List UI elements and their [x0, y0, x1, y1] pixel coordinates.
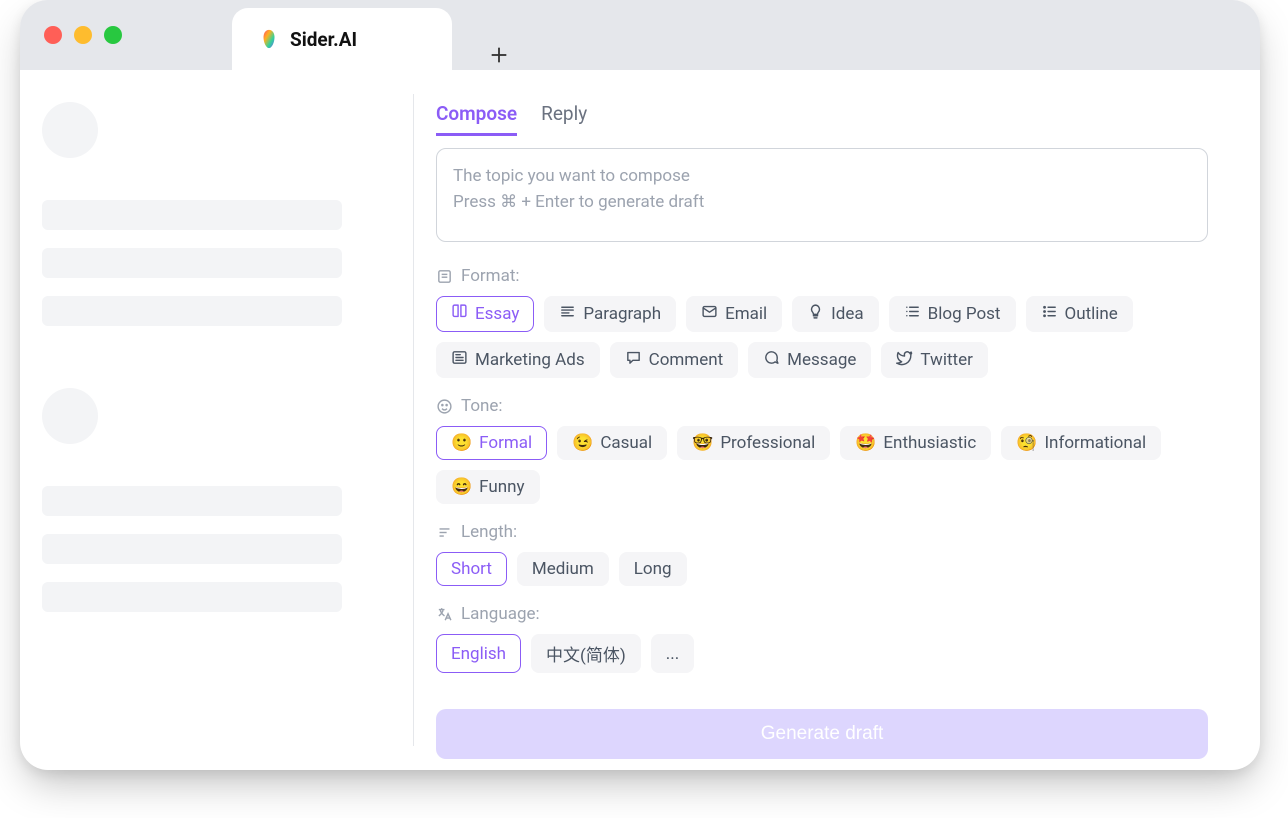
placeholder-line	[42, 534, 342, 564]
format-option-email[interactable]: Email	[686, 296, 782, 332]
placeholder-avatar	[42, 388, 98, 444]
browser-window: Sider.AI	[20, 0, 1260, 770]
tone-option-label: Enthusiastic	[883, 433, 976, 453]
tone-option-label: Casual	[600, 433, 652, 453]
format-icon	[436, 268, 453, 285]
format-option-label: Twitter	[920, 350, 972, 370]
placeholder-avatar	[42, 102, 98, 158]
format-option-label: Marketing Ads	[475, 350, 585, 370]
format-option-marketing-ads[interactable]: Marketing Ads	[436, 342, 600, 378]
newspaper-icon	[451, 349, 468, 371]
tone-option-professional[interactable]: 🤓 Professional	[677, 426, 830, 460]
comment-icon	[625, 349, 642, 371]
length-options: Short Medium Long	[436, 552, 1208, 586]
format-option-comment[interactable]: Comment	[610, 342, 739, 378]
format-option-label: Message	[787, 350, 856, 370]
format-option-message[interactable]: Message	[748, 342, 871, 378]
tone-option-casual[interactable]: 😉 Casual	[557, 426, 667, 460]
tone-option-label: Funny	[479, 477, 524, 497]
language-option-english[interactable]: English	[436, 634, 521, 673]
maximize-window-button[interactable]	[104, 26, 122, 44]
titlebar: Sider.AI	[20, 0, 1260, 70]
tone-option-funny[interactable]: 😄 Funny	[436, 470, 540, 504]
format-option-label: Essay	[475, 304, 519, 324]
placeholder-line	[42, 486, 342, 516]
tone-options: 🙂 Formal 😉 Casual 🤓 Professional 🤩 Enthusiastic…	[436, 426, 1208, 504]
list-icon	[1041, 303, 1058, 325]
placeholder-line	[42, 582, 342, 612]
format-option-label: Blog Post	[928, 304, 1001, 324]
topic-placeholder-line1: The topic you want to compose	[453, 163, 1191, 189]
tone-label: Tone:	[436, 396, 1208, 416]
browser-tabs: Sider.AI	[232, 0, 514, 70]
placeholder-line	[42, 296, 342, 326]
language-icon	[436, 606, 453, 623]
format-option-outline[interactable]: Outline	[1026, 296, 1133, 332]
compose-panel: Compose Reply The topic you want to comp…	[395, 70, 1260, 770]
book-icon	[451, 303, 468, 325]
mode-tabs: Compose Reply	[436, 102, 1208, 136]
tone-option-enthusiastic[interactable]: 🤩 Enthusiastic	[840, 426, 991, 460]
length-label: Length:	[436, 522, 1208, 542]
language-option-item[interactable]: 中文(简体)	[531, 634, 641, 673]
language-options: English 中文(简体)...	[436, 634, 1208, 673]
tone-emoji-icon: 🤓	[692, 435, 713, 452]
tone-emoji-icon: 🙂	[451, 435, 472, 452]
tone-option-informational[interactable]: 🧐 Informational	[1001, 426, 1161, 460]
paragraph-icon	[559, 303, 576, 325]
tone-emoji-icon: 🤩	[855, 435, 876, 452]
language-label: Language:	[436, 604, 1208, 624]
list-col-icon	[904, 303, 921, 325]
tone-emoji-icon: 😄	[451, 479, 472, 496]
browser-tab-title: Sider.AI	[290, 28, 357, 51]
language-option-item[interactable]: ...	[651, 634, 694, 673]
format-option-paragraph[interactable]: Paragraph	[544, 296, 676, 332]
length-option-long[interactable]: Long	[619, 552, 687, 586]
placeholder-line	[42, 200, 342, 230]
format-option-essay[interactable]: Essay	[436, 296, 534, 332]
sider-logo-icon	[258, 28, 280, 50]
tone-option-label: Formal	[479, 433, 532, 453]
topic-placeholder-line2: Press ⌘ + Enter to generate draft	[453, 189, 1191, 215]
format-label: Format:	[436, 266, 1208, 286]
length-option-short[interactable]: Short	[436, 552, 507, 586]
topic-input[interactable]: The topic you want to compose Press ⌘ + …	[436, 148, 1208, 242]
browser-tab-sider[interactable]: Sider.AI	[232, 8, 452, 70]
format-option-label: Comment	[649, 350, 724, 370]
format-option-label: Paragraph	[583, 304, 661, 324]
tab-reply[interactable]: Reply	[541, 102, 587, 136]
format-options: Essay Paragraph Email Idea Blog Post Outline M…	[436, 296, 1208, 378]
generate-draft-button[interactable]: Generate draft	[436, 709, 1208, 759]
window-controls	[44, 26, 122, 44]
new-tab-button[interactable]	[484, 40, 514, 70]
format-option-label: Email	[725, 304, 767, 324]
minimize-window-button[interactable]	[74, 26, 92, 44]
chat-icon	[763, 349, 780, 371]
tab-compose[interactable]: Compose	[436, 102, 517, 136]
tone-emoji-icon: 😉	[572, 435, 593, 452]
tone-emoji-icon: 🧐	[1016, 435, 1037, 452]
format-option-label: Outline	[1065, 304, 1118, 324]
mail-icon	[701, 303, 718, 325]
length-option-medium[interactable]: Medium	[517, 552, 609, 586]
tone-option-label: Professional	[720, 433, 815, 453]
format-option-twitter[interactable]: Twitter	[881, 342, 987, 378]
plus-icon	[488, 44, 510, 66]
app-body: Compose Reply The topic you want to comp…	[20, 70, 1260, 770]
length-icon	[436, 524, 453, 541]
tone-option-label: Informational	[1044, 433, 1146, 453]
format-option-blog-post[interactable]: Blog Post	[889, 296, 1016, 332]
format-option-idea[interactable]: Idea	[792, 296, 878, 332]
sidebar	[20, 70, 395, 770]
format-option-label: Idea	[831, 304, 863, 324]
bulb-icon	[807, 303, 824, 325]
tone-option-formal[interactable]: 🙂 Formal	[436, 426, 547, 460]
placeholder-line	[42, 248, 342, 278]
close-window-button[interactable]	[44, 26, 62, 44]
twitter-icon	[896, 349, 913, 371]
tone-icon	[436, 398, 453, 415]
